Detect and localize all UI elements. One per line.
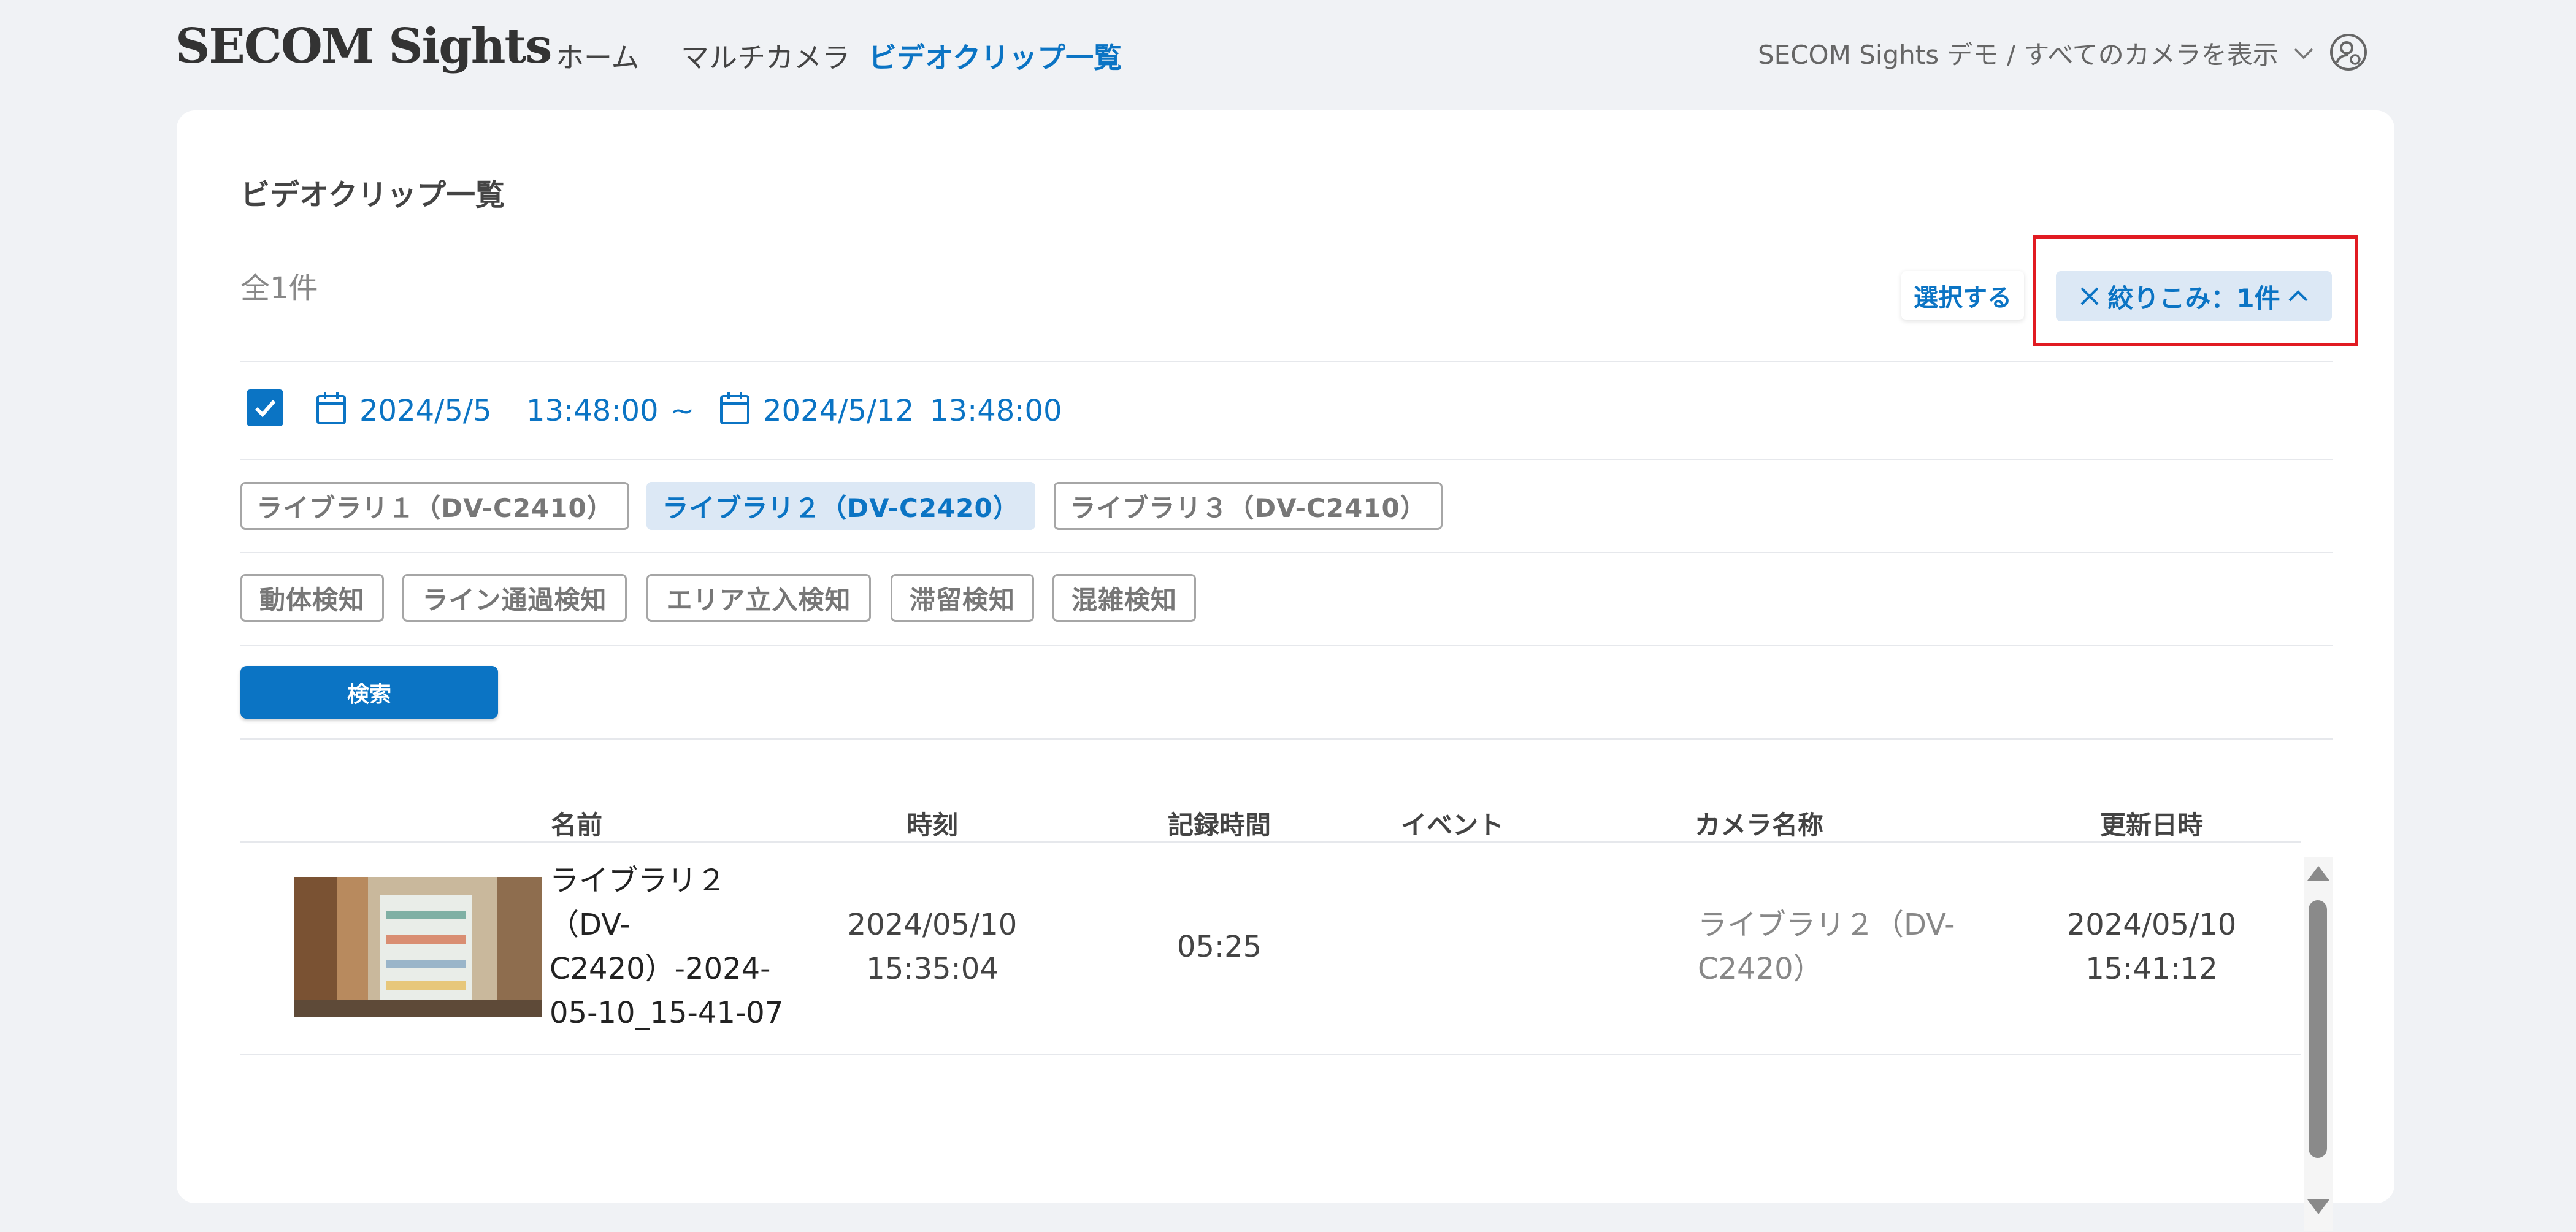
clip-camera-line-1: ライブラリ２（DV- xyxy=(1698,908,1955,942)
clip-name-line-3[interactable]: C2420）-2024- xyxy=(550,947,770,991)
checkmark-icon xyxy=(255,400,276,418)
start-date[interactable]: 2024/5/5 xyxy=(359,394,492,428)
column-header-name[interactable]: 名前 xyxy=(551,805,602,842)
filter-toggle-button[interactable]: 絞りこみ：1件 xyxy=(2056,271,2332,321)
scroll-down-arrow-icon[interactable] xyxy=(2307,1199,2329,1214)
event-chip-line-cross[interactable]: ライン通過検知 xyxy=(402,574,627,622)
date-range-checkbox[interactable] xyxy=(247,389,283,426)
divider xyxy=(240,645,2333,646)
column-header-updated[interactable]: 更新日時 xyxy=(2100,805,2203,842)
divider xyxy=(240,738,2333,740)
divider xyxy=(240,552,2333,553)
end-time[interactable]: 13:48:00 xyxy=(930,394,1062,428)
scrollbar-thumb[interactable] xyxy=(2309,900,2327,1158)
event-chip-loitering[interactable]: 滞留検知 xyxy=(891,574,1034,622)
search-button[interactable]: 検索 xyxy=(240,666,498,719)
library-chip-1[interactable]: ライブラリ１（DV-C2410） xyxy=(240,482,629,530)
end-date[interactable]: 2024/5/12 xyxy=(763,394,914,428)
page-title: ビデオクリップ一覧 xyxy=(240,178,505,212)
close-icon xyxy=(2080,287,2099,305)
video-clip-card: ビデオクリップ一覧 全1件 選択する 絞りこみ：1件 2024/5/5 13:4… xyxy=(177,110,2394,1231)
clip-updated-clock: 15:41:12 xyxy=(2085,952,2218,986)
table-row-divider xyxy=(240,1054,2301,1055)
clip-name-line-4[interactable]: 05-10_15-41-07 xyxy=(550,991,783,1035)
column-header-camera-name[interactable]: カメラ名称 xyxy=(1695,805,1823,842)
start-time[interactable]: 13:48:00 xyxy=(526,394,659,428)
table-header-divider xyxy=(240,841,2301,843)
event-chip-area-intrusion[interactable]: エリア立入検知 xyxy=(646,574,871,622)
app-logo[interactable]: SECOM Sights xyxy=(175,18,552,74)
clip-time-date: 2024/05/10 xyxy=(847,908,1018,942)
clip-name-line-2[interactable]: （DV- xyxy=(550,903,630,947)
nav-home[interactable]: ホーム xyxy=(556,36,640,76)
scroll-up-arrow-icon[interactable] xyxy=(2307,866,2329,881)
select-button[interactable]: 選択する xyxy=(1901,271,2024,320)
chevron-up-icon xyxy=(2288,290,2308,302)
filter-label: 絞りこみ：1件 xyxy=(2107,283,2280,313)
result-count: 全1件 xyxy=(240,271,318,305)
divider xyxy=(240,361,2333,362)
date-range-separator: ~ xyxy=(670,394,695,428)
chevron-down-icon xyxy=(2294,48,2313,59)
tenant-camera-select[interactable]: SECOM Sights デモ / すべてのカメラを表示 xyxy=(1758,34,2314,72)
clip-camera-line-2: C2420） xyxy=(1698,952,1823,986)
user-settings-icon[interactable] xyxy=(2328,32,2369,72)
clip-thumbnail[interactable] xyxy=(294,877,542,1017)
event-chip-motion[interactable]: 動体検知 xyxy=(240,574,384,622)
library-chip-3[interactable]: ライブラリ３（DV-C2410） xyxy=(1054,482,1443,530)
clip-name-line-1[interactable]: ライブラリ２ xyxy=(550,859,726,903)
nav-multi-camera[interactable]: マルチカメラ xyxy=(681,36,850,76)
nav-video-clips[interactable]: ビデオクリップ一覧 xyxy=(868,36,1122,76)
event-chip-crowd[interactable]: 混雑検知 xyxy=(1052,574,1196,622)
clip-duration: 05:25 xyxy=(1176,930,1262,964)
column-header-duration[interactable]: 記録時間 xyxy=(1168,805,1271,842)
clip-updated-date: 2024/05/10 xyxy=(2066,908,2237,942)
column-header-event[interactable]: イベント xyxy=(1401,805,1504,842)
top-header: SECOM Sights ホーム マルチカメラ ビデオクリップ一覧 SECOM … xyxy=(0,0,2576,110)
calendar-icon[interactable] xyxy=(315,391,347,426)
clip-time-clock: 15:35:04 xyxy=(866,952,999,986)
thumbnail-image xyxy=(294,877,542,1017)
tenant-select-label: SECOM Sights デモ / すべてのカメラを表示 xyxy=(1758,40,2279,70)
column-header-time[interactable]: 時刻 xyxy=(907,805,958,842)
calendar-icon[interactable] xyxy=(719,391,751,426)
divider xyxy=(240,459,2333,460)
library-chip-2[interactable]: ライブラリ２（DV-C2420） xyxy=(646,482,1035,530)
